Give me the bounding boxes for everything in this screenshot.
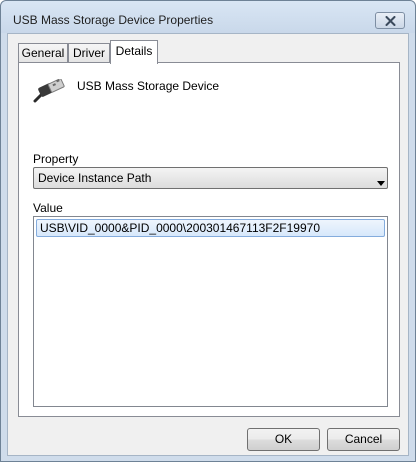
properties-dialog: USB Mass Storage Device Properties Gener… bbox=[0, 0, 416, 462]
value-label: Value bbox=[33, 201, 63, 215]
tab-details-label: Details bbox=[115, 44, 153, 58]
tab-general[interactable]: General bbox=[18, 43, 68, 63]
details-panel: USB Mass Storage Device Property Device … bbox=[18, 62, 400, 417]
tab-details[interactable]: Details bbox=[110, 40, 158, 64]
property-label: Property bbox=[33, 152, 79, 166]
device-name: USB Mass Storage Device bbox=[77, 79, 220, 93]
cancel-button[interactable]: Cancel bbox=[327, 428, 400, 451]
chevron-down-icon bbox=[377, 175, 385, 189]
dialog-body: General Driver Details USB Mass Storage … bbox=[7, 33, 409, 456]
tab-driver-label: Driver bbox=[73, 46, 105, 60]
ok-button[interactable]: OK bbox=[247, 428, 320, 451]
property-dropdown[interactable]: Device Instance Path bbox=[33, 167, 388, 189]
close-icon bbox=[385, 15, 396, 26]
window-title: USB Mass Storage Device Properties bbox=[13, 13, 214, 27]
property-selected-value: Device Instance Path bbox=[38, 171, 152, 185]
usb-connector-icon bbox=[33, 78, 65, 108]
tab-general-label: General bbox=[21, 46, 65, 60]
close-button[interactable] bbox=[375, 12, 405, 29]
value-listbox[interactable]: USB\VID_0000&PID_0000\200301467113F2F199… bbox=[33, 216, 388, 407]
tab-driver[interactable]: Driver bbox=[68, 43, 110, 63]
title-bar[interactable]: USB Mass Storage Device Properties bbox=[1, 1, 415, 33]
list-item[interactable]: USB\VID_0000&PID_0000\200301467113F2F199… bbox=[36, 219, 385, 237]
